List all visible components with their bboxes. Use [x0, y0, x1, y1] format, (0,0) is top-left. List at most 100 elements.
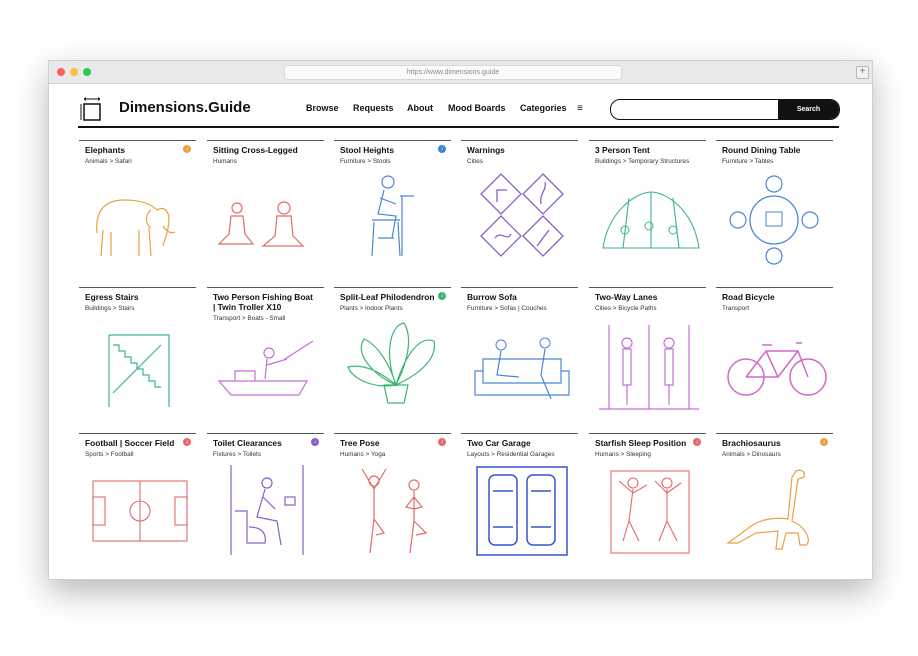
card-title[interactable]: Elephants [85, 145, 185, 155]
address-bar[interactable]: https://www.dimensions.guide [284, 65, 622, 80]
result-card[interactable]: 3 Person Tent Buildings > Temporary Stru… [589, 128, 707, 273]
dimensions-logo-icon[interactable] [80, 97, 102, 121]
fishing-boat-icon[interactable] [207, 315, 325, 415]
elephant-icon[interactable] [79, 168, 197, 268]
card-breadcrumb[interactable]: Humans > Sleeping [595, 451, 651, 458]
card-breadcrumb[interactable]: Furniture > Sofas | Couches [467, 305, 547, 312]
card-title[interactable]: Round Dining Table [722, 145, 822, 155]
result-card[interactable]: Two Person Fishing Boat | Twin Troller X… [207, 275, 325, 420]
card-breadcrumb[interactable]: Animals > Safari [85, 158, 132, 165]
result-card[interactable]: Burrow Sofa Furniture > Sofas | Couches [461, 275, 579, 420]
card-title[interactable]: Split-Leaf Philodendron [340, 292, 440, 302]
card-title[interactable]: Starfish Sleep Position [595, 438, 695, 448]
card-breadcrumb[interactable]: Buildings > Stairs [85, 305, 135, 312]
info-badge-icon[interactable]: ↓ [438, 145, 446, 153]
info-badge-icon[interactable]: ↓ [183, 438, 191, 446]
card-breadcrumb[interactable]: Transport [722, 305, 749, 312]
card-breadcrumb[interactable]: Humans [213, 158, 237, 165]
result-card[interactable]: Two Car Garage Layouts > Residential Gar… [461, 421, 579, 566]
dining-table-icon[interactable] [716, 168, 834, 268]
stool-person-icon[interactable] [334, 168, 452, 268]
result-card[interactable]: Toilet Clearances Fixtures > Toilets ↓ [207, 421, 325, 566]
sleeping-people-icon[interactable] [589, 461, 707, 561]
result-card[interactable]: Round Dining Table Furniture > Tables [716, 128, 834, 273]
nav-categories[interactable]: Categories [520, 103, 567, 113]
card-title[interactable]: Toilet Clearances [213, 438, 313, 448]
dinosaur-icon[interactable] [716, 461, 834, 561]
card-breadcrumb[interactable]: Furniture > Stools [340, 158, 391, 165]
result-card[interactable]: Elephants Animals > Safari ↓ [79, 128, 197, 273]
card-title[interactable]: 3 Person Tent [595, 145, 695, 155]
garage-icon[interactable] [461, 461, 579, 561]
nav-requests[interactable]: Requests [353, 103, 394, 113]
nav-browse[interactable]: Browse [306, 103, 339, 113]
browser-toolbar: https://www.dimensions.guide + [49, 61, 872, 84]
info-badge-icon[interactable]: ↓ [183, 145, 191, 153]
result-card[interactable]: Sitting Cross-Legged Humans [207, 128, 325, 273]
card-breadcrumb[interactable]: Animals > Dinosaurs [722, 451, 781, 458]
card-breadcrumb[interactable]: Layouts > Residential Garages [467, 451, 555, 458]
result-card[interactable]: Road Bicycle Transport [716, 275, 834, 420]
maximize-window-button[interactable] [83, 68, 91, 76]
card-title[interactable]: Two Car Garage [467, 438, 567, 448]
soccer-field-icon[interactable] [79, 461, 197, 561]
info-badge-icon[interactable]: ↓ [438, 292, 446, 300]
result-card[interactable]: Split-Leaf Philodendron Plants > Indoor … [334, 275, 452, 420]
card-breadcrumb[interactable]: Fixtures > Toilets [213, 451, 261, 458]
search-button[interactable]: Search [778, 100, 839, 119]
result-card[interactable]: Two-Way Lanes Cities > Bicycle Paths [589, 275, 707, 420]
result-card[interactable]: Stool Heights Furniture > Stools ↓ [334, 128, 452, 273]
card-title[interactable]: Burrow Sofa [467, 292, 567, 302]
card-breadcrumb[interactable]: Buildings > Temporary Structures [595, 158, 689, 165]
card-breadcrumb[interactable]: Humans > Yoga [340, 451, 385, 458]
card-breadcrumb[interactable]: Furniture > Tables [722, 158, 773, 165]
toilet-icon[interactable] [207, 461, 325, 561]
card-title[interactable]: Tree Pose [340, 438, 440, 448]
result-card[interactable]: Warnings Cities [461, 128, 579, 273]
result-card[interactable]: Egress Stairs Buildings > Stairs [79, 275, 197, 420]
sofa-icon[interactable] [461, 315, 579, 415]
nav-mood-boards[interactable]: Mood Boards [448, 103, 506, 113]
bicycle-icon[interactable] [716, 315, 834, 415]
warning-signs-icon[interactable] [461, 168, 579, 268]
search-input[interactable] [611, 100, 792, 119]
info-badge-icon[interactable]: ↓ [311, 438, 319, 446]
card-title[interactable]: Warnings [467, 145, 567, 155]
new-tab-icon[interactable]: + [856, 66, 869, 79]
card-title[interactable]: Brachiosaurus [722, 438, 822, 448]
minimize-window-button[interactable] [70, 68, 78, 76]
result-card[interactable]: Tree Pose Humans > Yoga ↓ [334, 421, 452, 566]
menu-icon[interactable]: ≡ [577, 103, 583, 114]
info-badge-icon[interactable]: ↓ [693, 438, 701, 446]
search-bar: Search [610, 99, 840, 120]
card-divider [716, 140, 833, 141]
result-card[interactable]: Starfish Sleep Position Humans > Sleepin… [589, 421, 707, 566]
bicycle-lanes-icon[interactable] [589, 315, 707, 415]
card-title[interactable]: Road Bicycle [722, 292, 822, 302]
card-title[interactable]: Football | Soccer Field [85, 438, 185, 448]
card-title[interactable]: Stool Heights [340, 145, 440, 155]
card-breadcrumb[interactable]: Plants > Indoor Plants [340, 305, 403, 312]
stairs-icon[interactable] [79, 315, 197, 415]
card-divider [461, 287, 578, 288]
result-card[interactable]: Football | Soccer Field Sports > Footbal… [79, 421, 197, 566]
card-divider [461, 140, 578, 141]
sitting-people-icon[interactable] [207, 168, 325, 268]
info-badge-icon[interactable]: ↓ [820, 438, 828, 446]
card-breadcrumb[interactable]: Cities > Bicycle Paths [595, 305, 657, 312]
card-title[interactable]: Sitting Cross-Legged [213, 145, 313, 155]
yoga-pose-icon[interactable] [334, 461, 452, 561]
card-title[interactable]: Egress Stairs [85, 292, 185, 302]
info-badge-icon[interactable]: ↓ [438, 438, 446, 446]
site-brand[interactable]: Dimensions.Guide [119, 99, 251, 116]
nav-about[interactable]: About [407, 103, 433, 113]
result-card[interactable]: Brachiosaurus Animals > Dinosaurs ↓ [716, 421, 834, 566]
tent-icon[interactable] [589, 168, 707, 268]
close-window-button[interactable] [57, 68, 65, 76]
card-title[interactable]: Two-Way Lanes [595, 292, 695, 302]
card-divider [334, 140, 451, 141]
card-breadcrumb[interactable]: Sports > Football [85, 451, 134, 458]
plant-icon[interactable] [334, 315, 452, 415]
card-title[interactable]: Two Person Fishing Boat | Twin Troller X… [213, 292, 313, 312]
card-breadcrumb[interactable]: Cities [467, 158, 483, 165]
